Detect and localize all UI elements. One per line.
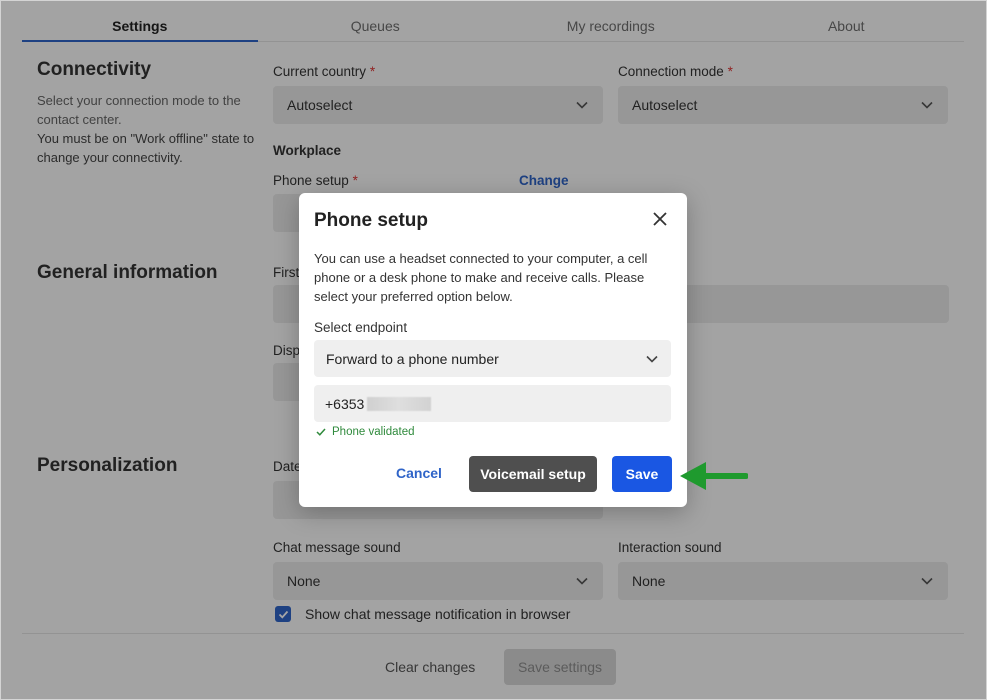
arrow-left-icon [680,462,748,490]
save-button[interactable]: Save [612,456,672,492]
phone-number-value: +6353 [325,395,365,412]
cancel-button[interactable]: Cancel [396,465,442,481]
voicemail-setup-button[interactable]: Voicemail setup [469,456,597,492]
endpoint-value: Forward to a phone number [326,350,499,367]
dialog-description: You can use a headset connected to your … [314,251,648,304]
checkmark-icon [316,428,326,436]
phone-validated-status: Phone validated [316,426,414,438]
phone-number-redaction [367,396,432,411]
phone-setup-dialog: Phone setup You can use a headset connec… [299,193,687,507]
endpoint-select[interactable]: Forward to a phone number [314,340,671,377]
phone-number-input[interactable]: +6353 [314,385,671,422]
close-icon[interactable] [651,210,669,228]
phone-validated-text: Phone validated [332,426,415,438]
select-endpoint-label: Select endpoint [314,320,408,335]
dialog-title: Phone setup [314,210,429,231]
chevron-down-icon [646,355,658,363]
